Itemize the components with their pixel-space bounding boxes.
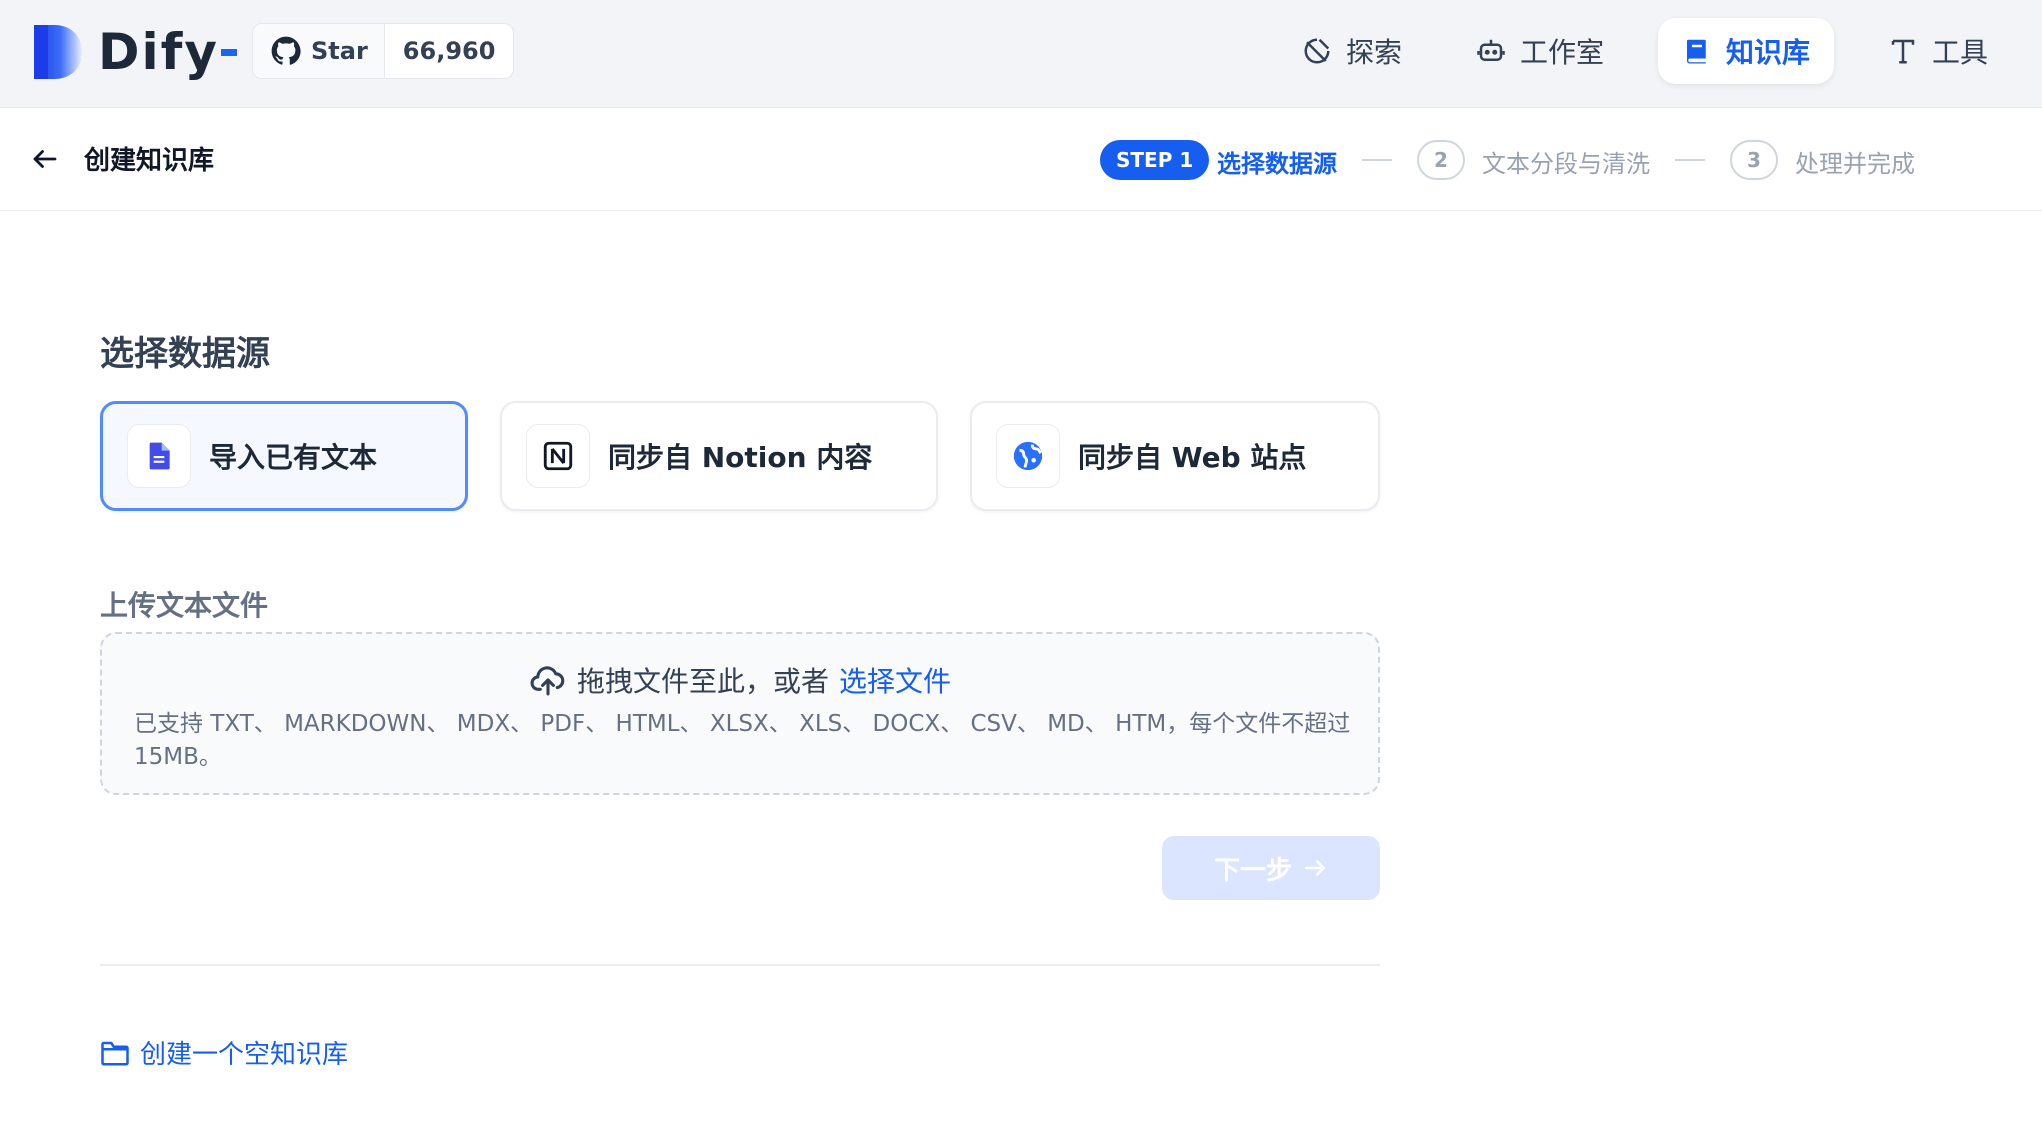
step-1-label: 选择数据源 bbox=[1217, 150, 1337, 178]
step-connector bbox=[1675, 159, 1705, 161]
next-step-button[interactable]: 下一步 bbox=[1162, 836, 1380, 900]
next-step-label: 下一步 bbox=[1213, 855, 1292, 886]
github-star-label: Star bbox=[311, 37, 368, 65]
page-header: 创建知识库 STEP 1 选择数据源 2 文本分段与清洗 3 处理并完成 bbox=[0, 108, 2042, 211]
github-icon bbox=[271, 36, 301, 65]
supported-formats-text: 已支持 TXT、 MARKDOWN、 MDX、 PDF、 HTML、 XLSX、… bbox=[134, 711, 1351, 770]
step-connector bbox=[1362, 159, 1392, 161]
dify-logo-mark-icon bbox=[34, 25, 82, 79]
source-card-web[interactable]: 同步自 Web 站点 bbox=[970, 401, 1380, 511]
github-star-count: 66,960 bbox=[402, 37, 496, 65]
upload-cloud-icon bbox=[530, 666, 565, 696]
drag-hint-text: 拖拽文件至此，或者 bbox=[576, 665, 829, 698]
divider bbox=[100, 964, 1380, 966]
upload-title: 上传文本文件 bbox=[100, 589, 269, 622]
nav-tools[interactable]: 工具 bbox=[1864, 18, 2012, 84]
file-text-icon bbox=[127, 424, 191, 488]
logo-cursor bbox=[221, 48, 237, 56]
back-arrow-icon[interactable] bbox=[30, 144, 60, 174]
explore-icon bbox=[1304, 38, 1330, 64]
web-globe-icon bbox=[996, 424, 1060, 488]
folder-icon bbox=[101, 1041, 129, 1065]
create-empty-label: 创建一个空知识库 bbox=[140, 1040, 349, 1070]
dify-logo[interactable]: Dify bbox=[32, 22, 237, 82]
robot-icon bbox=[1477, 39, 1505, 61]
notion-icon bbox=[526, 424, 590, 488]
source-card-web-label: 同步自 Web 站点 bbox=[1078, 441, 1307, 474]
step-2-number: 2 bbox=[1417, 140, 1465, 180]
step-1-badge: STEP 1 bbox=[1100, 140, 1210, 180]
section-title: 选择数据源 bbox=[100, 334, 270, 374]
create-empty-knowledge-link[interactable]: 创建一个空知识库 bbox=[100, 1034, 348, 1071]
arrow-right-icon bbox=[1305, 860, 1325, 876]
step-3-number: 3 bbox=[1730, 140, 1778, 180]
page-title: 创建知识库 bbox=[84, 146, 215, 176]
source-card-notion-label: 同步自 Notion 内容 bbox=[608, 441, 873, 474]
step-3-label: 处理并完成 bbox=[1795, 150, 1915, 178]
source-card-notion[interactable]: 同步自 Notion 内容 bbox=[500, 401, 938, 511]
nav-explore[interactable]: 探索 bbox=[1278, 18, 1426, 84]
nav-studio-label: 工作室 bbox=[1520, 36, 1605, 69]
tool-icon bbox=[1891, 39, 1915, 64]
source-card-file[interactable]: 导入已有文本 bbox=[100, 401, 468, 511]
select-file-link[interactable]: 选择文件 bbox=[839, 660, 951, 700]
nav-knowledge-label: 知识库 bbox=[1726, 36, 1811, 69]
nav-explore-label: 探索 bbox=[1346, 36, 1403, 69]
app-name: Dify bbox=[98, 23, 219, 81]
source-card-file-label: 导入已有文本 bbox=[209, 441, 378, 474]
nav-tools-label: 工具 bbox=[1932, 36, 1989, 69]
step-2-label: 文本分段与清洗 bbox=[1482, 150, 1650, 178]
github-star-button[interactable]: Star 66,960 bbox=[252, 23, 515, 79]
book-icon bbox=[1687, 39, 1706, 64]
nav-studio[interactable]: 工作室 bbox=[1452, 18, 1628, 84]
nav-knowledge[interactable]: 知识库 bbox=[1658, 18, 1835, 84]
top-navbar: Dify Star 66,960 探索 工作室 知识库 工具 bbox=[0, 0, 2042, 108]
file-dropzone[interactable]: 拖拽文件至此，或者 选择文件 已支持 TXT、 MARKDOWN、 MDX、 P… bbox=[100, 632, 1380, 795]
